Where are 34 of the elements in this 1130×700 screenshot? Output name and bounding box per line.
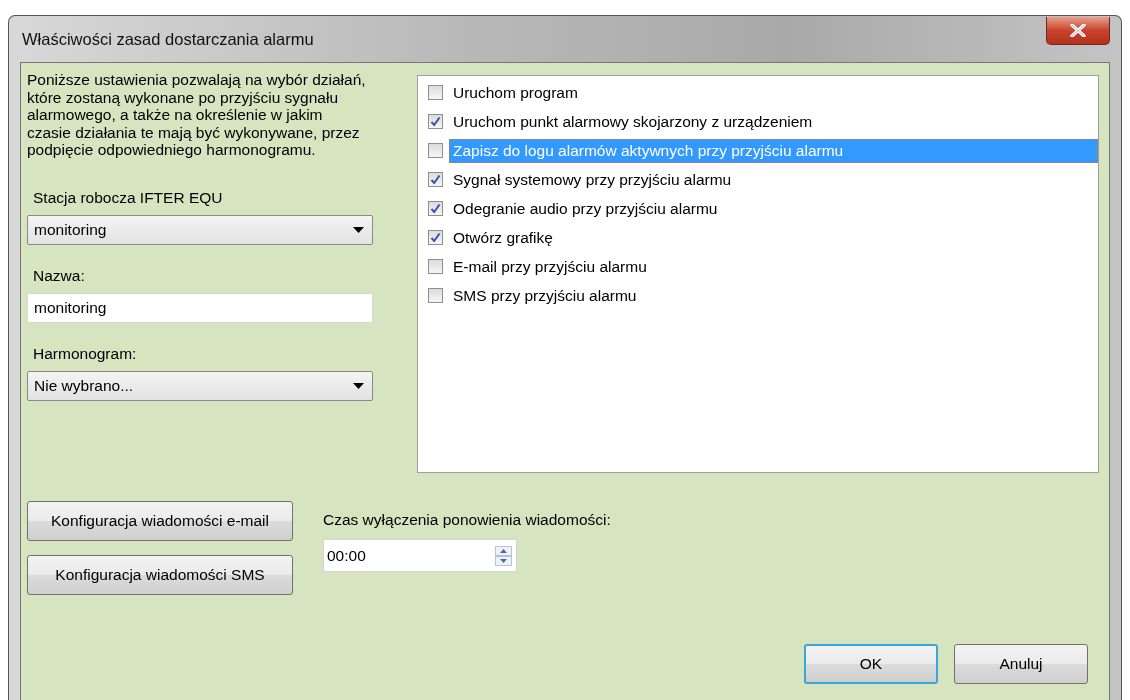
field-label: Harmonogram: — [32, 344, 138, 363]
time-spin-field[interactable]: 00:00 — [323, 539, 517, 572]
text-field[interactable]: monitoring — [27, 292, 373, 323]
dropdown[interactable]: monitoring — [27, 214, 373, 245]
checkbox[interactable] — [428, 172, 443, 187]
action-item[interactable]: Otwórz grafikę — [449, 225, 557, 250]
dropdown-arrow-icon — [353, 226, 364, 233]
dialog-button[interactable]: OK — [804, 644, 938, 684]
checkbox[interactable] — [428, 288, 443, 303]
timeout-label: Czas wyłączenia ponowienia wiadomości: — [323, 511, 611, 529]
checkbox[interactable] — [428, 85, 443, 100]
action-item[interactable]: SMS przy przyjściu alarmu — [449, 283, 641, 308]
dropdown[interactable]: Nie wybrano... — [27, 370, 373, 401]
checkbox[interactable] — [428, 201, 443, 216]
checkbox[interactable] — [428, 114, 443, 129]
field-label: Nazwa: — [32, 266, 86, 285]
close-button[interactable] — [1046, 17, 1110, 45]
action-item[interactable]: Uruchom punkt alarmowy skojarzony z urządzeniem — [449, 109, 817, 134]
dialog-button[interactable]: Anuluj — [954, 644, 1088, 684]
checkbox[interactable] — [428, 143, 443, 158]
checkbox[interactable] — [428, 230, 443, 245]
action-item[interactable]: E-mail przy przyjściu alarmu — [449, 254, 651, 279]
config-button[interactable]: Konfiguracja wiadomości e-mail — [27, 501, 293, 541]
checkbox[interactable] — [428, 259, 443, 274]
action-item[interactable]: Uruchom program — [449, 80, 582, 105]
action-item[interactable]: Sygnał systemowy przy przyjściu alarmu — [449, 167, 736, 192]
close-icon — [1070, 24, 1086, 37]
description-text: Poniższe ustawienia pozwalają na wybór działań, które zostaną wykonane po przyjściu sygnału alarmowego, a także na określenie w jakim czasie działania te mają być wykonywane, przez podpięcie odpowiedniego harmonogramu. — [27, 71, 367, 159]
window-title: Właściwości zasad dostarczania alarmu — [21, 29, 314, 49]
spin-arrows-icon[interactable] — [495, 545, 512, 566]
config-button[interactable]: Konfiguracja wiadomości SMS — [27, 555, 293, 595]
field-label: Stacja robocza IFTER EQU — [32, 188, 224, 207]
action-item[interactable]: Odegranie audio przy przyjściu alarmu — [449, 196, 722, 221]
dropdown-arrow-icon — [353, 382, 364, 389]
